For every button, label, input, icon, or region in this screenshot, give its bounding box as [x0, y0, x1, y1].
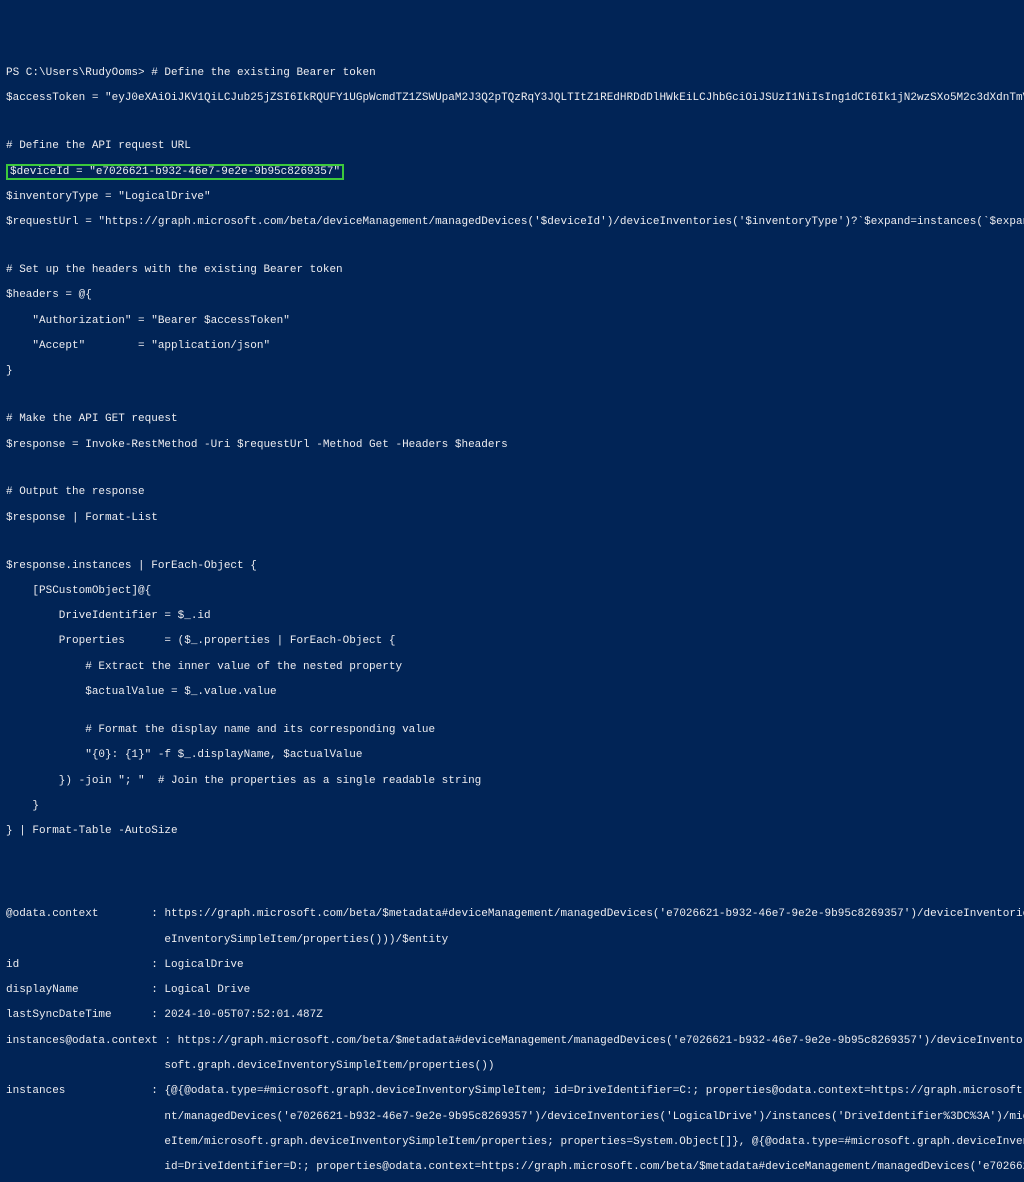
headers-open: $headers = @{ — [6, 289, 1018, 302]
resp-id: id : LogicalDrive — [6, 959, 1018, 972]
headers-comment: # Set up the headers with the existing B… — [6, 264, 1018, 277]
headers-close: } — [6, 365, 1018, 378]
resp-lastsync: lastSyncDateTime : 2024-10-05T07:52:01.4… — [6, 1009, 1018, 1022]
request-line: $response = Invoke-RestMethod -Uri $requ… — [6, 439, 1018, 452]
resp-instances: instances : {@{@odata.type=#microsoft.gr… — [6, 1085, 1018, 1098]
loop-line: Properties = ($_.properties | ForEach-Ob… — [6, 635, 1018, 648]
resp-inst-ctx-2: soft.graph.deviceInventorySimpleItem/pro… — [6, 1060, 1018, 1073]
headers-auth: "Authorization" = "Bearer $accessToken" — [6, 315, 1018, 328]
resp-displayname: displayName : Logical Drive — [6, 984, 1018, 997]
resp-instances-3: eItem/microsoft.graph.deviceInventorySim… — [6, 1136, 1018, 1149]
loop-line: }) -join "; " # Join the properties as a… — [6, 775, 1018, 788]
loop-line: $response.instances | ForEach-Object { — [6, 560, 1018, 573]
device-id-highlight: $deviceId = "e7026621-b932-46e7-9e2e-9b9… — [6, 164, 344, 181]
loop-line: "{0}: {1}" -f $_.displayName, $actualVal… — [6, 749, 1018, 762]
request-url-line: $requestUrl = "https://graph.microsoft.c… — [6, 216, 1018, 229]
resp-odata-context: @odata.context : https://graph.microsoft… — [6, 908, 1018, 921]
label: instances@odata.context : — [6, 1035, 178, 1047]
output-line: $response | Format-List — [6, 512, 1018, 525]
loop-line: # Format the display name and its corres… — [6, 724, 1018, 737]
value: https://graph.microsoft.com/beta/$metada… — [178, 1035, 1024, 1047]
comment-token: # Define the existing Bearer token — [151, 67, 375, 79]
prompt-line: PS C:\Users\RudyOoms> # Define the exist… — [6, 67, 1018, 80]
inventory-type-line: $inventoryType = "LogicalDrive" — [6, 191, 1018, 204]
label: @odata.context : — [6, 908, 164, 920]
resp-instances-4: id=DriveIdentifier=D:; properties@odata.… — [6, 1161, 1018, 1174]
value: https://graph.microsoft.com/beta/$metada… — [164, 908, 1024, 920]
request-comment: # Make the API GET request — [6, 413, 1018, 426]
loop-line: DriveIdentifier = $_.id — [6, 610, 1018, 623]
terminal-output[interactable]: PS C:\Users\RudyOoms> # Define the exist… — [6, 55, 1018, 1182]
prompt-path: PS C:\Users\RudyOoms> — [6, 67, 151, 79]
label: instances : — [6, 1085, 164, 1097]
loop-line: $actualValue = $_.value.value — [6, 686, 1018, 699]
loop-line: [PSCustomObject]@{ — [6, 585, 1018, 598]
output-comment: # Output the response — [6, 486, 1018, 499]
loop-line: # Extract the inner value of the nested … — [6, 661, 1018, 674]
resp-instances-2: nt/managedDevices('e7026621-b932-46e7-9e… — [6, 1111, 1018, 1124]
comment-api-url: # Define the API request URL — [6, 140, 1018, 153]
loop-line: } | Format-Table -AutoSize — [6, 825, 1018, 838]
headers-accept: "Accept" = "application/json" — [6, 340, 1018, 353]
device-id-line: $deviceId = "e7026621-b932-46e7-9e2e-9b9… — [6, 166, 1018, 179]
access-token-line: $accessToken = "eyJ0eXAiOiJKV1QiLCJub25j… — [6, 92, 1018, 105]
loop-line: } — [6, 800, 1018, 813]
value: {@{@odata.type=#microsoft.graph.deviceIn… — [164, 1085, 1024, 1097]
resp-odata-context-2: eInventorySimpleItem/properties()))/$ent… — [6, 934, 1018, 947]
resp-inst-ctx: instances@odata.context : https://graph.… — [6, 1035, 1018, 1048]
